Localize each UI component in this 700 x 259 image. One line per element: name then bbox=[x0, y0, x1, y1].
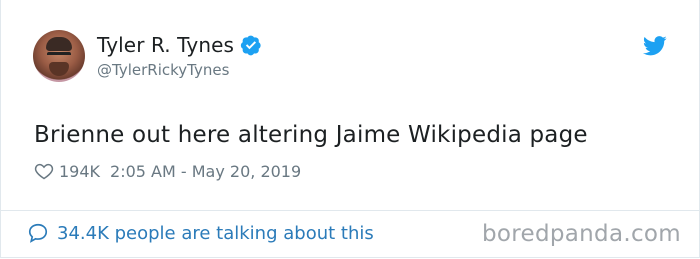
like-count[interactable]: 194K bbox=[59, 162, 100, 181]
tweet-header: Tyler R. Tynes @TylerRickyTynes bbox=[33, 30, 262, 82]
heart-icon[interactable] bbox=[34, 161, 54, 181]
conversation-footer[interactable]: 34.4K people are talking about this bbox=[27, 222, 374, 244]
verified-badge-icon bbox=[240, 35, 261, 56]
conversation-link[interactable]: 34.4K people are talking about this bbox=[57, 223, 374, 244]
twitter-bird-icon[interactable] bbox=[643, 36, 667, 56]
tweet-timestamp[interactable]: 2:05 AM - May 20, 2019 bbox=[110, 162, 301, 181]
author-block: Tyler R. Tynes @TylerRickyTynes bbox=[97, 33, 262, 79]
avatar[interactable] bbox=[33, 30, 85, 82]
display-name[interactable]: Tyler R. Tynes bbox=[97, 33, 234, 57]
tweet-text: Brienne out here altering Jaime Wikipedi… bbox=[34, 122, 588, 148]
tweet-meta: 194K 2:05 AM - May 20, 2019 bbox=[34, 161, 301, 181]
display-name-row: Tyler R. Tynes bbox=[97, 33, 262, 57]
footer-divider bbox=[1, 210, 699, 211]
tweet-card: Tyler R. Tynes @TylerRickyTynes Brienne … bbox=[0, 0, 700, 258]
user-handle[interactable]: @TylerRickyTynes bbox=[97, 61, 262, 79]
watermark: boredpanda.com bbox=[482, 221, 681, 247]
speech-bubble-icon bbox=[28, 223, 48, 243]
